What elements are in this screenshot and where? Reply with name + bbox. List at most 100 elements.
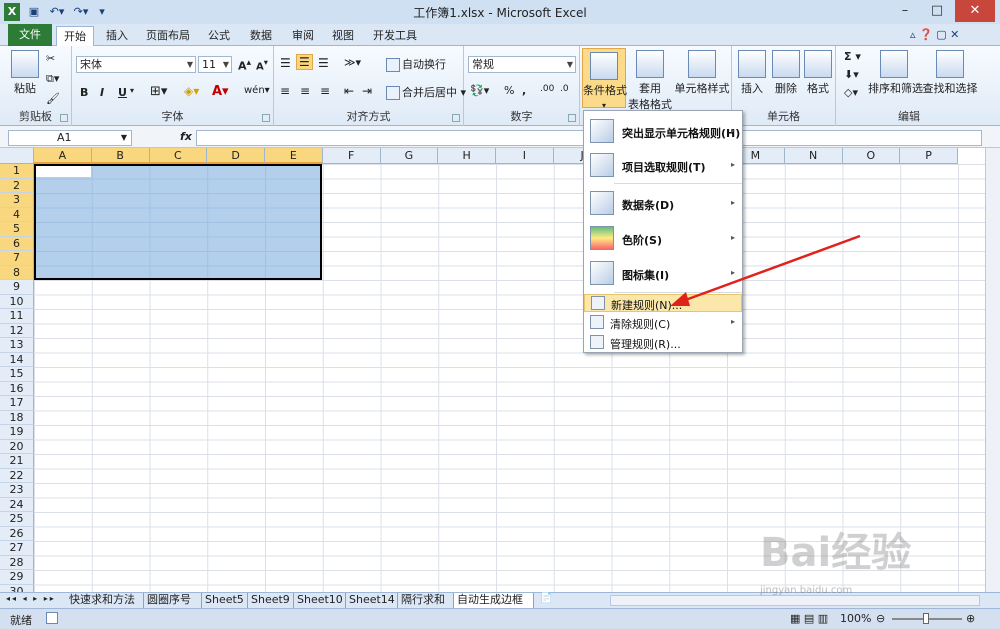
row-header[interactable]: 9 [0,280,34,295]
new-sheet-icon[interactable]: 📄 [540,593,552,604]
align-middle-icon[interactable]: ☰ [296,54,313,70]
italic-button[interactable]: I [100,86,104,99]
fill-icon[interactable]: ⬇▾ [844,68,859,81]
row-header[interactable]: 29 [0,570,34,585]
font-size-combo[interactable]: 11 ▼ [198,56,232,73]
find-select-button[interactable]: 查找和选择 [922,50,978,96]
customize-qat-icon[interactable]: ▾ [96,3,108,21]
sheet-tab[interactable]: 圆圈序号 [144,593,202,608]
name-box[interactable]: A1 ▼ [8,130,132,146]
row-header[interactable]: 6 [0,236,34,251]
row-header[interactable]: 21 [0,454,34,469]
tab-file[interactable]: 文件 [8,24,52,46]
clipboard-launcher-icon[interactable] [60,114,68,122]
tab-developer[interactable]: 开发工具 [368,26,422,46]
column-header[interactable]: G [380,148,439,164]
row-header[interactable]: 4 [0,207,34,222]
chevron-down-icon[interactable]: ▾ [130,86,134,95]
insert-function-icon[interactable]: fx [180,130,192,143]
row-header[interactable]: 30 [0,584,34,592]
font-color-icon[interactable]: A▾ [212,84,229,99]
horizontal-scrollbar[interactable] [610,595,980,606]
cut-icon[interactable]: ✂ [46,52,55,65]
menu-item-highlight-rules[interactable]: 突出显示单元格规则(H) ▸ [584,115,742,147]
row-header[interactable]: 20 [0,439,34,454]
row-header[interactable]: 27 [0,541,34,556]
column-header[interactable]: A [34,148,92,164]
row-header[interactable]: 10 [0,294,34,309]
row-header[interactable]: 22 [0,468,34,483]
decrease-indent-icon[interactable]: ⇤ [344,84,354,98]
row-header[interactable]: 23 [0,483,34,498]
tab-review[interactable]: 审阅 [286,26,320,46]
column-header[interactable]: E [265,148,323,164]
zoom-in-icon[interactable]: ⊕ [966,612,975,625]
column-header[interactable]: P [900,148,958,164]
grow-font-icon[interactable]: A▴ [238,57,251,73]
borders-icon[interactable]: ⊞▾ [150,84,167,99]
tab-formulas[interactable]: 公式 [202,26,236,46]
conditional-format-button[interactable]: 条件格式 ▾ [582,48,627,110]
column-header[interactable]: C [149,148,208,164]
tab-insert[interactable]: 插入 [100,26,134,46]
wrap-text-button[interactable]: 自动换行 [386,56,446,72]
row-header[interactable]: 15 [0,367,34,382]
row-header[interactable]: 12 [0,323,34,338]
menu-item-clear-rules[interactable]: 清除规则(C) ▸ [584,314,742,332]
format-button[interactable]: 格式 [802,50,834,96]
menu-item-data-bars[interactable]: 数据条(D) ▸ [584,187,742,219]
autosum-icon[interactable]: Σ ▾ [844,50,861,63]
row-header[interactable]: 19 [0,425,34,440]
increase-decimal-icon[interactable]: .00 [540,84,554,94]
menu-item-top-bottom-rules[interactable]: 项目选取规则(T) ▸ [584,149,742,181]
number-launcher-icon[interactable] [568,114,576,122]
row-header[interactable]: 24 [0,497,34,512]
row-header[interactable]: 1 [0,164,34,179]
zoom-out-icon[interactable]: ⊖ [876,612,885,625]
cell-styles-button[interactable]: 单元格样式 [674,50,730,96]
minimize-icon[interactable]: – [890,0,920,22]
row-header[interactable]: 17 [0,396,34,411]
row-header[interactable]: 8 [0,265,34,280]
format-painter-icon[interactable]: 🖌 [46,92,60,105]
sheet-tab[interactable]: Sheet9 [248,593,294,608]
selected-range[interactable] [34,164,322,280]
column-header[interactable]: D [207,148,265,164]
sheet-tab[interactable]: Sheet5 [202,593,248,608]
row-header[interactable]: 5 [0,222,34,237]
delete-button[interactable]: 删除 [770,50,802,96]
sheet-tab[interactable]: Sheet14 [346,593,398,608]
tab-home[interactable]: 开始 [56,26,94,47]
orientation-icon[interactable]: ≫▾ [344,56,361,69]
decrease-decimal-icon[interactable]: .0 [560,84,569,94]
font-name-combo[interactable]: 宋体 ▼ [76,56,196,73]
align-right-icon[interactable]: ≡ [320,84,330,98]
view-buttons[interactable]: ▦ ▤ ▥ [790,612,828,625]
column-header[interactable]: B [91,148,150,164]
align-bottom-icon[interactable]: ☰ [318,56,329,70]
close-icon[interactable]: ✕ [955,0,995,22]
align-left-icon[interactable]: ≡ [280,84,290,98]
tab-view[interactable]: 视图 [326,26,360,46]
row-header[interactable]: 18 [0,410,34,425]
row-header[interactable]: 3 [0,193,34,208]
column-header[interactable]: I [496,148,554,164]
tab-data[interactable]: 数据 [244,26,278,46]
sheet-tab[interactable]: 自动生成边框 [454,593,534,608]
alignment-launcher-icon[interactable] [452,114,460,122]
column-header[interactable]: F [322,148,381,164]
percent-button[interactable]: % [504,84,514,97]
row-header[interactable]: 2 [0,178,34,193]
fill-color-icon[interactable]: ◈▾ [184,84,199,98]
redo-icon[interactable]: ↷▾ [70,3,92,21]
zoom-level[interactable]: 100% [840,612,871,625]
column-header[interactable]: H [438,148,496,164]
macro-record-icon[interactable] [46,612,58,624]
undo-icon[interactable]: ↶▾ [46,3,68,21]
column-header[interactable]: N [784,148,843,164]
ribbon-controls[interactable]: ▵ ❓ ▢ ✕ [910,28,959,41]
row-header[interactable]: 26 [0,526,34,541]
row-header[interactable]: 13 [0,338,34,353]
maximize-icon[interactable]: □ [922,0,952,22]
row-header[interactable]: 7 [0,251,34,266]
